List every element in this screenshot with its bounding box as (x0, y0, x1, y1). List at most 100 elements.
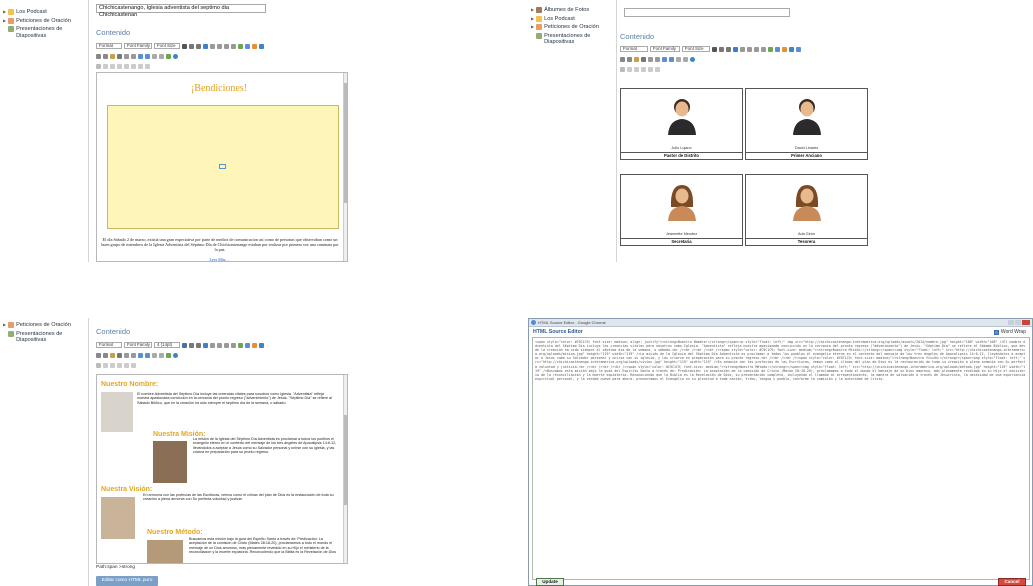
link-icon[interactable] (789, 46, 794, 52)
title-input[interactable]: Chichicastenango, Iglesia adventista del… (96, 4, 266, 18)
list-icon[interactable] (124, 53, 129, 59)
align-center-icon[interactable] (217, 43, 222, 49)
merge-icon[interactable] (117, 63, 122, 69)
font-size-select[interactable]: Font Size (682, 46, 710, 52)
align-left-icon[interactable] (210, 43, 215, 49)
paste-icon[interactable] (110, 352, 115, 358)
close-icon[interactable] (1022, 320, 1030, 325)
find-icon[interactable] (117, 352, 122, 358)
font-family-select[interactable]: Font Family (124, 43, 152, 49)
bold-icon[interactable] (182, 43, 187, 49)
content-editor[interactable]: Julio Lujano Pastor de Distrito David Li… (618, 78, 1031, 262)
sidebar-item-slides[interactable]: ▶Presentaciones de Diapositivas (528, 32, 616, 47)
split-icon[interactable] (124, 63, 129, 69)
hr-icon[interactable] (159, 352, 164, 358)
font-family-select[interactable]: Font Family (124, 342, 152, 348)
split-icon[interactable] (648, 66, 653, 72)
redo-icon[interactable] (145, 352, 150, 358)
find-icon[interactable] (117, 53, 122, 59)
sup-icon[interactable] (138, 63, 143, 69)
maximize-icon[interactable] (1015, 320, 1021, 325)
font-size-select[interactable]: Font Size (154, 43, 180, 49)
format-select[interactable]: Format (96, 342, 122, 348)
editor-scrollbar[interactable] (343, 73, 347, 261)
undo-icon[interactable] (138, 53, 143, 59)
word-wrap-toggle[interactable]: Word Wrap (993, 329, 1026, 335)
content-editor[interactable]: ¡Bendiciones! El día Sabado 2 de marzo, … (96, 72, 348, 262)
table-insert-icon[interactable] (620, 66, 625, 72)
charmap-icon[interactable] (145, 63, 150, 69)
format-select[interactable]: Format (96, 43, 122, 49)
sidebar-item-slides[interactable]: ▶Presentaciones de Diapositivas (0, 25, 88, 40)
col-icon[interactable] (110, 362, 115, 368)
indent-icon[interactable] (131, 352, 136, 358)
copy-icon[interactable] (627, 56, 632, 62)
media-icon[interactable] (252, 342, 257, 348)
split-icon[interactable] (124, 362, 129, 368)
globe-icon[interactable] (173, 53, 178, 59)
row-icon[interactable] (103, 362, 108, 368)
redo-icon[interactable] (145, 53, 150, 59)
align-justify-icon[interactable] (761, 46, 766, 52)
image-icon[interactable] (238, 342, 243, 348)
media-icon[interactable] (782, 46, 787, 52)
paste-icon[interactable] (110, 53, 115, 59)
editor-scrollbar[interactable] (343, 375, 347, 563)
find-icon[interactable] (641, 56, 646, 62)
row-icon[interactable] (103, 63, 108, 69)
update-button[interactable]: Update (536, 578, 564, 586)
sidebar-item-prayer[interactable]: ▶ Peticiones de Oración (528, 23, 616, 32)
sidebar-item-podcast[interactable]: ▶ Los Podcast (0, 8, 88, 17)
row-icon[interactable] (627, 66, 632, 72)
html-source-textarea[interactable]: <span style="color: #C9C1C9; font-size: … (532, 337, 1030, 580)
hr-icon[interactable] (159, 53, 164, 59)
table-insert-icon[interactable] (96, 362, 101, 368)
cut-icon[interactable] (620, 56, 625, 62)
paste-icon[interactable] (634, 56, 639, 62)
format-select[interactable]: Format (620, 46, 648, 52)
align-left-icon[interactable] (210, 342, 215, 348)
align-justify-icon[interactable] (231, 43, 236, 49)
anchor-icon[interactable] (676, 56, 681, 62)
title-input[interactable] (624, 8, 790, 17)
align-right-icon[interactable] (224, 342, 229, 348)
align-center-icon[interactable] (747, 46, 752, 52)
sub-icon[interactable] (131, 63, 136, 69)
table-insert-icon[interactable] (96, 63, 101, 69)
media-icon[interactable] (252, 43, 257, 49)
copy-icon[interactable] (103, 352, 108, 358)
minimize-icon[interactable] (1008, 320, 1014, 325)
word-wrap-checkbox[interactable] (993, 329, 999, 335)
sidebar-item-prayer[interactable]: ▶ Peticiones de Oración (0, 17, 88, 26)
sidebar-item-photo-albums[interactable]: ▶ Álbumes de Fotos (528, 6, 616, 15)
globe-icon[interactable] (690, 56, 695, 62)
flash-placeholder[interactable] (107, 105, 339, 229)
col-icon[interactable] (634, 66, 639, 72)
bold-icon[interactable] (182, 342, 187, 348)
content-editor[interactable]: Nuestro Nombre: El nombre Adventista del… (96, 374, 348, 564)
link-icon[interactable] (259, 342, 264, 348)
html-icon[interactable] (796, 46, 801, 52)
underline-icon[interactable] (196, 342, 201, 348)
hr-icon[interactable] (683, 56, 688, 62)
align-center-icon[interactable] (217, 342, 222, 348)
font-size-select[interactable]: 4 (14pt) (154, 342, 180, 348)
italic-icon[interactable] (189, 43, 194, 49)
cut-icon[interactable] (96, 53, 101, 59)
merge-icon[interactable] (641, 66, 646, 72)
link-icon[interactable] (259, 43, 264, 49)
undo-icon[interactable] (662, 56, 667, 62)
html-icon[interactable] (166, 352, 171, 358)
anchor-icon[interactable] (152, 352, 157, 358)
copy-icon[interactable] (103, 53, 108, 59)
text-color-icon[interactable] (203, 342, 208, 348)
table-icon[interactable] (775, 46, 780, 52)
indent-icon[interactable] (655, 56, 660, 62)
read-more-link[interactable]: Leer Más... (97, 257, 341, 261)
indent-icon[interactable] (131, 53, 136, 59)
underline-icon[interactable] (726, 46, 731, 52)
table-icon[interactable] (245, 342, 250, 348)
cancel-button[interactable]: Cancel (998, 578, 1026, 586)
sidebar-item-prayer[interactable]: ▶ Peticiones de Oración (0, 321, 88, 330)
underline-icon[interactable] (196, 43, 201, 49)
